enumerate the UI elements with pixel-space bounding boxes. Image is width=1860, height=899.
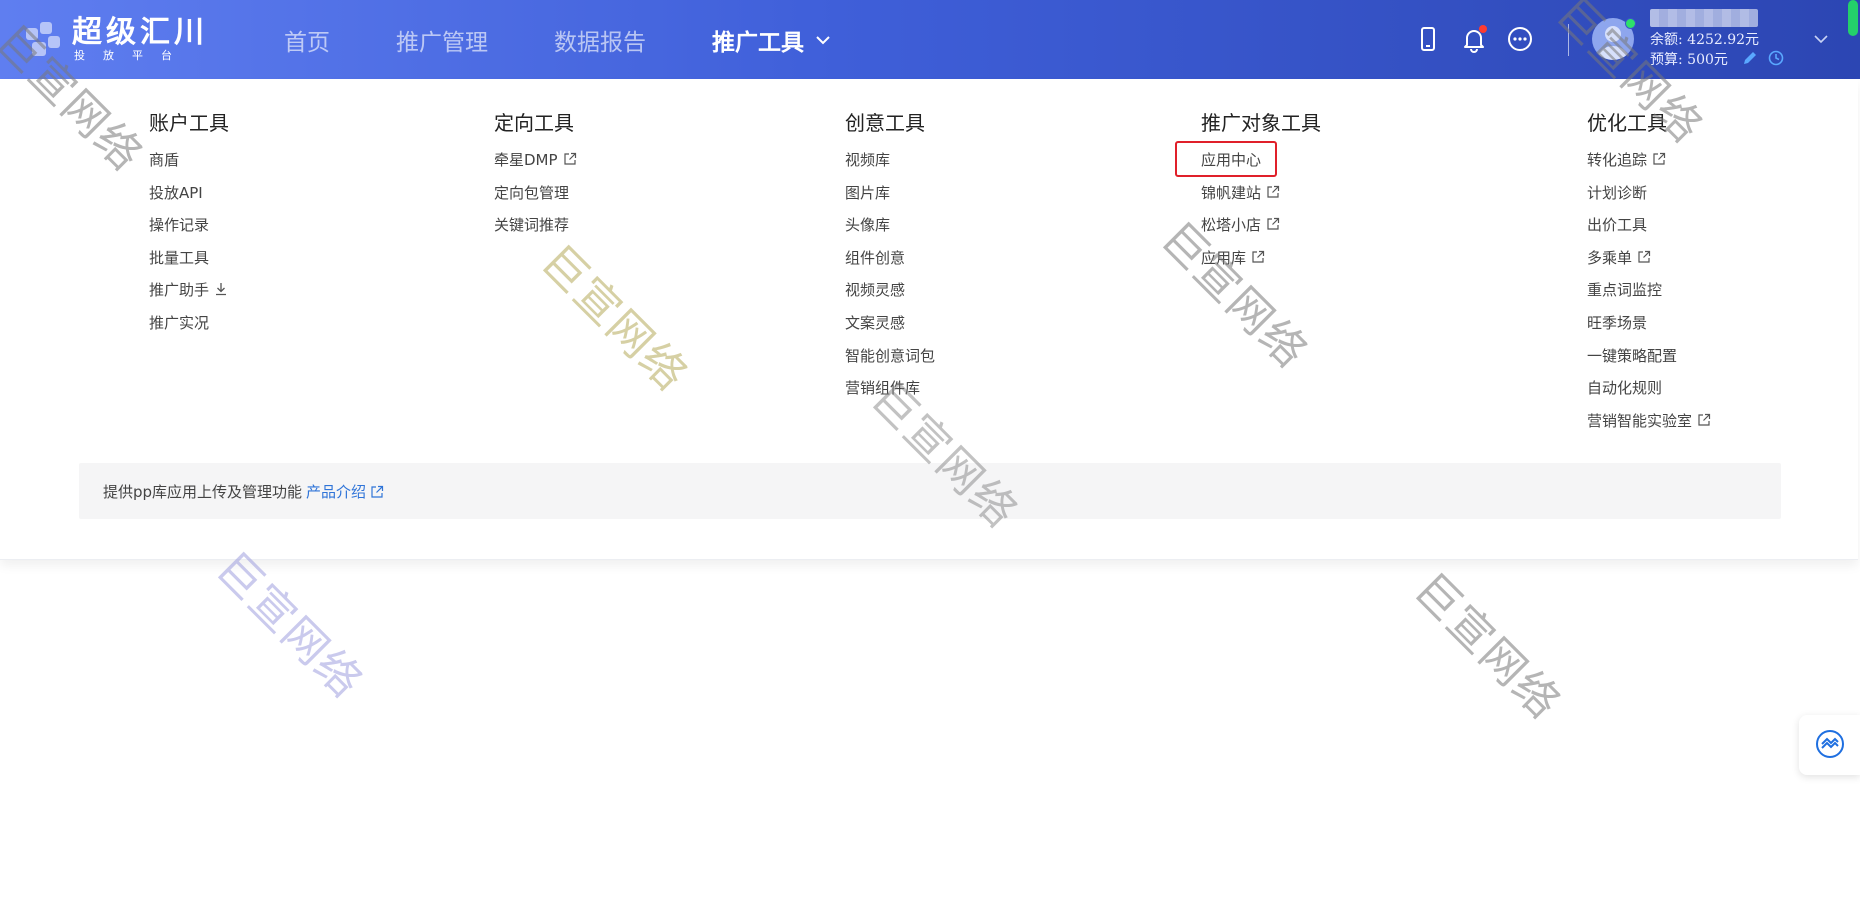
menu-item-targeting-package[interactable]: 定向包管理 [494, 183, 577, 216]
column-title: 优化工具 [1587, 111, 1667, 135]
menu-item-keyword-recommend[interactable]: 关键词推荐 [494, 215, 577, 248]
menu-item-promotion-assistant[interactable]: 推广助手 [149, 280, 228, 313]
menu-item-dmp[interactable]: 牵星DMP [494, 150, 577, 183]
mobile-icon[interactable] [1414, 25, 1442, 53]
logo[interactable]: 超级汇川 投放平台 [22, 14, 208, 66]
floating-assistant-button[interactable] [1799, 715, 1860, 775]
menu-item-bid-tool[interactable]: 出价工具 [1587, 215, 1711, 248]
chevron-down-icon [816, 35, 830, 44]
external-link-icon [1698, 413, 1711, 426]
more-icon[interactable] [1506, 25, 1534, 53]
external-link-icon [1267, 218, 1280, 230]
menu-item-marketing-components[interactable]: 营销组件库 [845, 378, 935, 411]
menu-item-component-creative[interactable]: 组件创意 [845, 248, 935, 281]
menu-item-automation-rules[interactable]: 自动化规则 [1587, 378, 1711, 411]
external-link-icon [1267, 185, 1280, 198]
highlight-box-app-center [1175, 141, 1277, 177]
menu-item-jinfan-site[interactable]: 锦帆建站 [1201, 183, 1280, 216]
menu-item-live-status[interactable]: 推广实况 [149, 313, 228, 346]
external-link-icon [563, 152, 576, 165]
scrollbar-thumb[interactable] [1848, 0, 1858, 36]
menu-item-batch-tool[interactable]: 批量工具 [149, 248, 228, 281]
account-chevron-down-icon[interactable] [1812, 30, 1830, 48]
account-budget: 预算: 500元 [1650, 52, 1728, 68]
menu-item-songta-shop[interactable]: 松塔小店 [1201, 215, 1280, 248]
menu-item-plan-diagnosis[interactable]: 计划诊断 [1587, 183, 1711, 216]
menu-item-copy-inspiration[interactable]: 文案灵感 [845, 313, 935, 346]
external-link-icon [371, 485, 384, 498]
menu-item-marketing-lab[interactable]: 营销智能实验室 [1587, 411, 1711, 444]
nav-item-promotion-management[interactable]: 推广管理 [396, 23, 488, 57]
promotion-tools-dropdown: 账户工具 商盾 投放API 操作记录 批量工具 推广助手 推广实况 定向工具 牵… [0, 79, 1858, 560]
menu-item-operation-log[interactable]: 操作记录 [149, 215, 228, 248]
menu-item-video-inspiration[interactable]: 视频灵感 [845, 280, 935, 313]
info-bar: 提供pp库应用上传及管理功能 产品介绍 [79, 463, 1781, 519]
menu-item-one-click-strategy[interactable]: 一键策略配置 [1587, 346, 1711, 379]
menu-item-smart-word-package[interactable]: 智能创意词包 [845, 346, 935, 379]
menu-item-api[interactable]: 投放API [149, 183, 228, 216]
online-status-dot [1625, 18, 1636, 29]
notification-dot [1479, 25, 1487, 33]
main-nav: 首页 推广管理 数据报告 推广工具 [284, 0, 898, 79]
external-link-icon [1638, 250, 1651, 263]
column-title: 账户工具 [149, 111, 229, 135]
watermark: 巨宣网络 [206, 542, 373, 709]
top-header: 超级汇川 投放平台 首页 推广管理 数据报告 推广工具 ██████ 余 [0, 0, 1860, 79]
menu-item-shangdun[interactable]: 商盾 [149, 150, 228, 183]
external-link-icon [1252, 250, 1265, 263]
column-title: 推广对象工具 [1201, 111, 1321, 135]
menu-item-image-library[interactable]: 图片库 [845, 183, 935, 216]
notification-button[interactable] [1460, 25, 1488, 53]
menu-item-video-library[interactable]: 视频库 [845, 150, 935, 183]
edit-budget-icon[interactable] [1742, 50, 1758, 66]
menu-item-multi-order[interactable]: 多乘单 [1587, 248, 1711, 281]
logo-subtitle: 投放平台 [74, 49, 190, 62]
menu-item-app-library[interactable]: 应用库 [1201, 248, 1280, 281]
account-name-blurred: ██████ [1650, 9, 1758, 27]
nav-item-data-report[interactable]: 数据报告 [554, 23, 646, 57]
product-intro-link[interactable]: 产品介绍 [306, 483, 384, 501]
header-divider [1568, 24, 1569, 56]
logo-title: 超级汇川 [72, 15, 208, 50]
clock-icon[interactable] [1768, 50, 1784, 66]
download-icon [216, 283, 227, 296]
logo-mark-icon [22, 18, 66, 62]
menu-item-keyword-monitor[interactable]: 重点词监控 [1587, 280, 1711, 313]
account-balance: 余额: 4252.92元 [1650, 32, 1760, 48]
nav-item-promotion-tools[interactable]: 推广工具 [712, 23, 832, 57]
menu-item-conversion-tracking[interactable]: 转化追踪 [1587, 150, 1711, 183]
nav-item-home[interactable]: 首页 [284, 23, 330, 57]
external-link-icon [1653, 152, 1666, 165]
info-text: 提供pp库应用上传及管理功能 产品介绍 [103, 481, 384, 502]
menu-item-avatar-library[interactable]: 头像库 [845, 215, 935, 248]
assistant-icon [1816, 730, 1844, 758]
menu-item-peak-season[interactable]: 旺季场景 [1587, 313, 1711, 346]
column-title: 定向工具 [494, 111, 574, 135]
watermark: 巨宣网络 [1404, 563, 1571, 730]
column-title: 创意工具 [845, 111, 925, 135]
